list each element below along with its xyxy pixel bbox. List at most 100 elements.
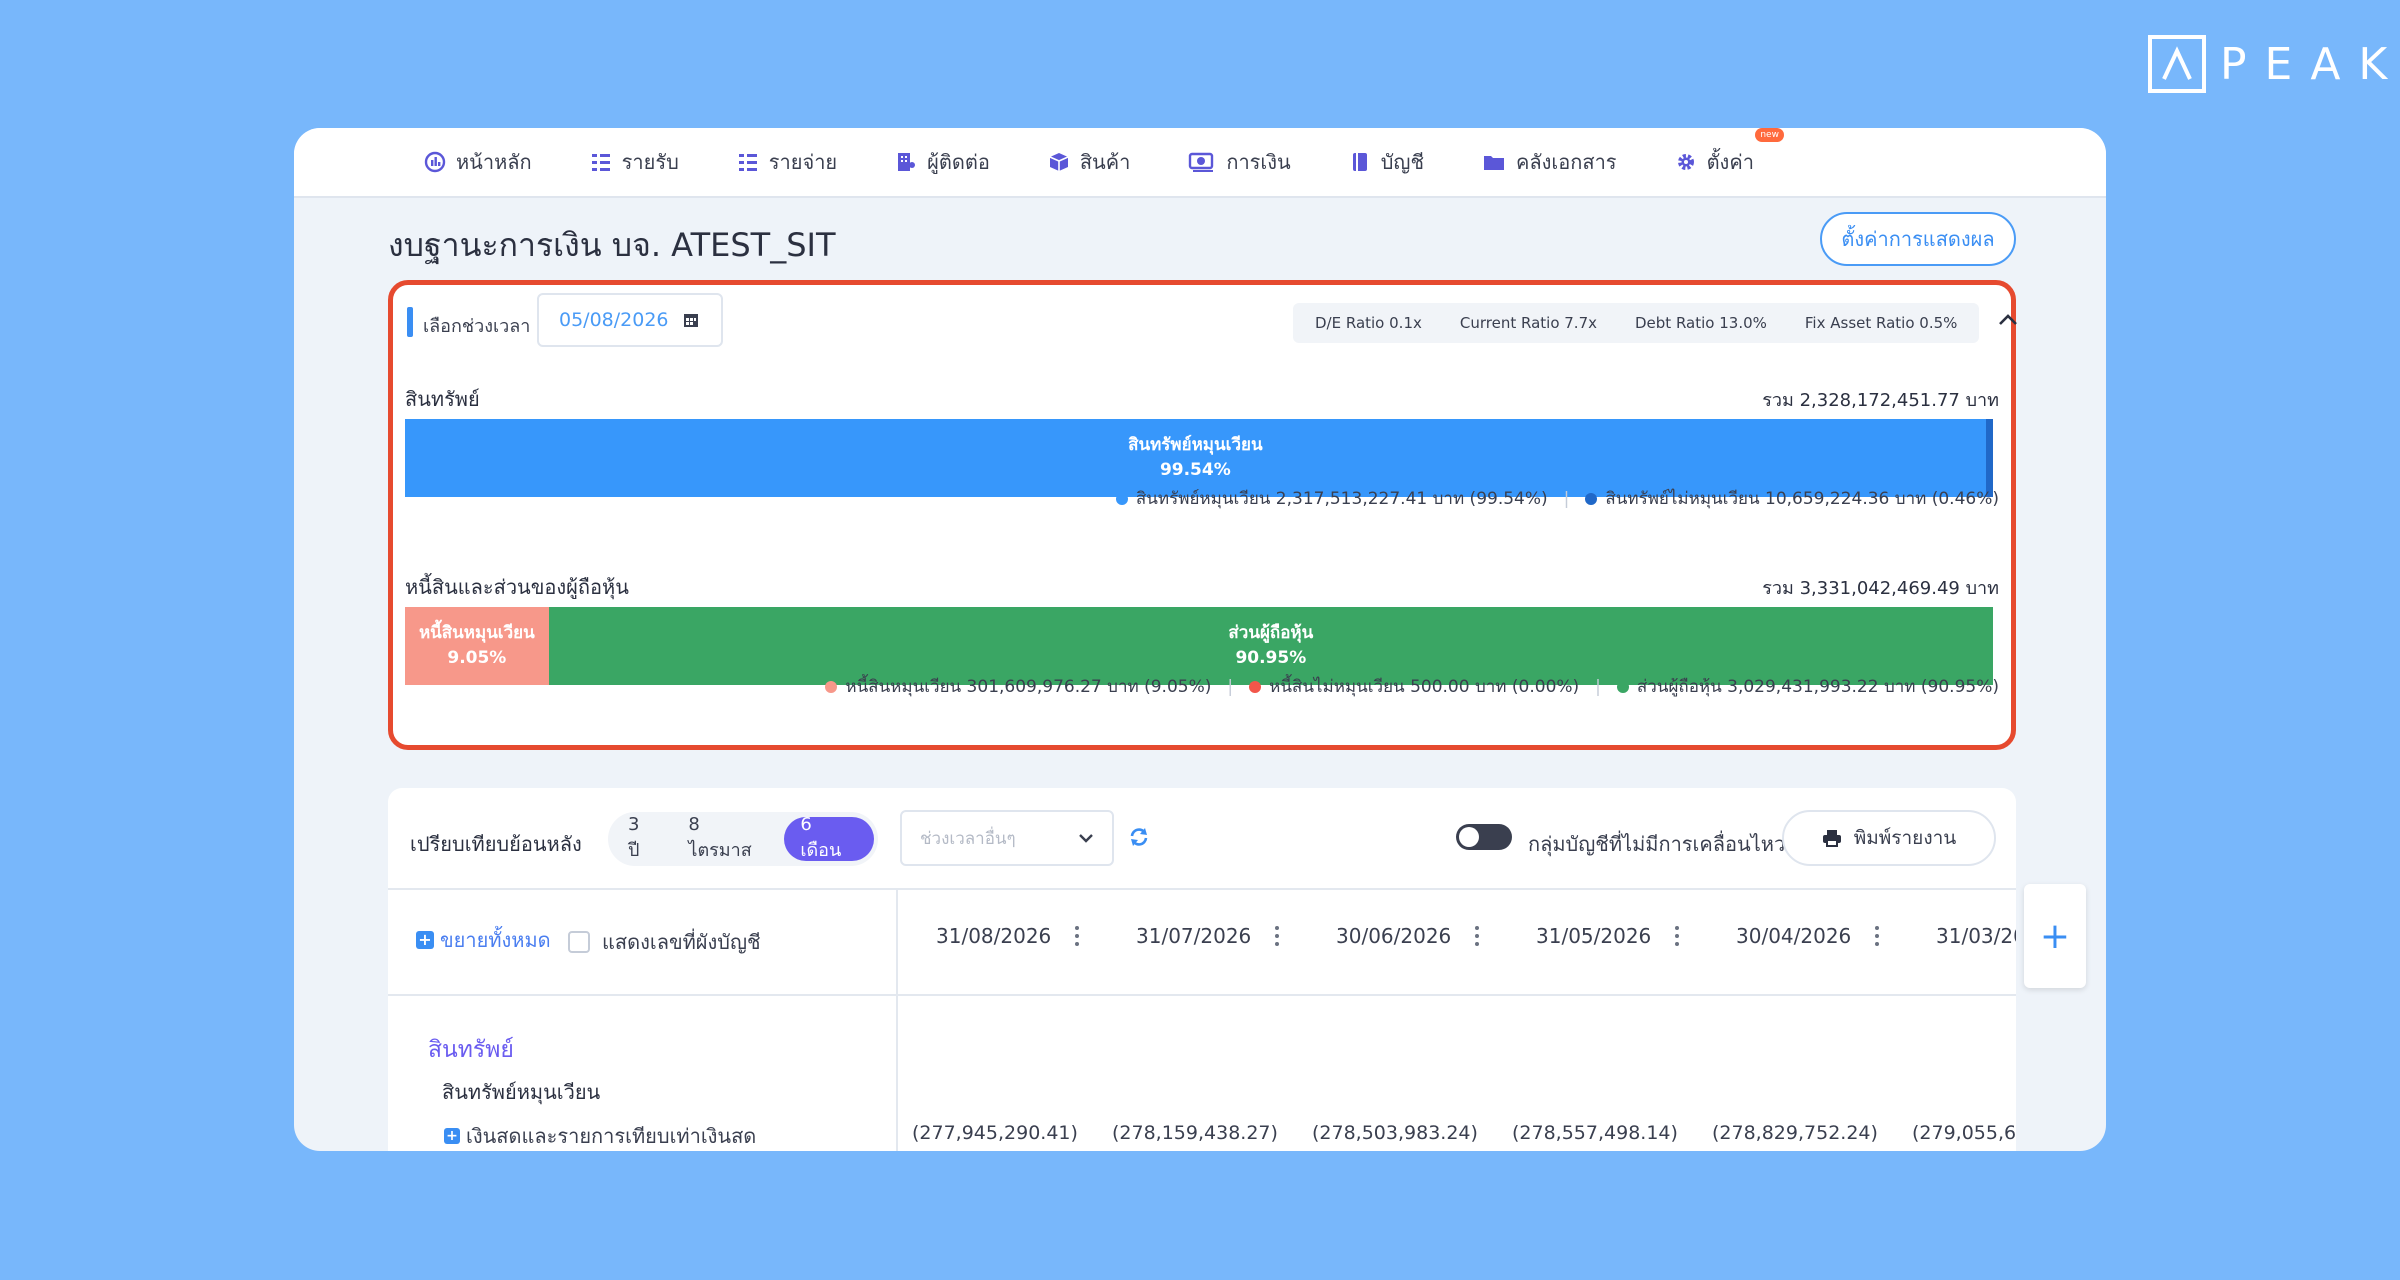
liabilities-total: รวม 3,331,042,469.49 บาท — [1762, 578, 1999, 599]
assets-total: รวม 2,328,172,451.77 บาท — [1762, 390, 1999, 411]
table-column-divider — [896, 888, 898, 1151]
date-picker-input[interactable]: 05/08/2026 — [537, 293, 723, 347]
legend-separator: | — [1227, 676, 1234, 697]
row-label: เงินสดและรายการเทียบเท่าเงินสด — [466, 1124, 757, 1148]
comparison-card: เปรียบเทียบย้อนหลัง 3 ปี 8 ไตรมาส 6 เดือ… — [388, 788, 2016, 1151]
ratio-fix-asset: Fix Asset Ratio 0.5% — [1804, 314, 1958, 332]
nav-label: คลังเอกสาร — [1516, 150, 1617, 174]
column-header[interactable]: 31/03/2026 — [1936, 924, 2016, 948]
legend-item: หนี้สินไม่หมุนเวียน 500.00 บาท (0.00%) — [1249, 673, 1579, 700]
table-header-divider — [388, 888, 2016, 890]
top-nav: หน้าหลัก รายรับ รายจ่าย ผู้ติดต่อ สินค้า… — [294, 128, 2106, 198]
peak-logo: PEAK — [2148, 34, 2400, 94]
legend-dot-icon — [1616, 680, 1629, 693]
nav-item-documents[interactable]: คลังเอกสาร — [1482, 146, 1617, 178]
column-header[interactable]: 31/07/2026 — [1136, 924, 1280, 948]
bar-segment: หนี้สินหมุนเวียน 9.05% — [405, 607, 549, 685]
nav-label: บัญชี — [1380, 150, 1425, 174]
money-icon — [1189, 152, 1214, 172]
range-select[interactable]: ช่วงเวลาอื่นๆ — [900, 810, 1114, 866]
legend-separator: | — [1595, 676, 1601, 697]
inactive-accounts-toggle[interactable] — [1456, 824, 1512, 850]
period-segmented-control: 3 ปี 8 ไตรมาส 6 เดือน — [608, 812, 878, 866]
column-date: 31/07/2026 — [1136, 924, 1252, 948]
kebab-menu-icon[interactable] — [1675, 926, 1680, 946]
assets-legend: สินทรัพย์หมุนเวียน 2,317,513,227.41 บาท … — [1115, 485, 1999, 512]
option-3-years[interactable]: 3 ปี — [612, 814, 672, 861]
chevron-down-icon — [1079, 834, 1093, 843]
kebab-menu-icon[interactable] — [1275, 926, 1280, 946]
column-header[interactable]: 31/05/2026 — [1536, 924, 1680, 948]
cash-row-label[interactable]: + เงินสดและรายการเทียบเท่าเงินสด — [444, 1120, 756, 1151]
nav-item-accounting[interactable]: บัญชี — [1349, 146, 1424, 178]
print-report-button[interactable]: พิมพ์รายงาน — [1782, 810, 1996, 866]
subsection-title: สินทรัพย์หมุนเวียน — [442, 1080, 601, 1104]
nav-item-contacts[interactable]: ผู้ติดต่อ — [895, 146, 990, 178]
plus-box-icon: + — [444, 1128, 460, 1144]
expand-all-label: ขยายทั้งหมด — [440, 928, 551, 952]
segment-percent: 99.54% — [1159, 460, 1231, 480]
page-title: งบฐานะการเงิน บจ. ATEST_SIT — [388, 226, 836, 264]
nav-item-dashboard[interactable]: หน้าหลัก — [424, 146, 532, 178]
show-account-checkbox[interactable] — [568, 931, 590, 953]
liabilities-legend: หนี้สินหมุนเวียน 301,609,976.27 บาท (9.0… — [825, 673, 1999, 700]
legend-item: สินทรัพย์หมุนเวียน 2,317,513,227.41 บาท … — [1115, 485, 1548, 512]
collapse-chevron-up-icon[interactable] — [1997, 311, 2019, 333]
legend-item: หนี้สินหมุนเวียน 301,609,976.27 บาท (9.0… — [825, 673, 1211, 700]
legend-separator: | — [1563, 488, 1570, 509]
legend-text: ส่วนผู้ถือหุ้น 3,029,431,993.22 บาท (90.… — [1636, 677, 1999, 697]
product-box-icon — [1049, 153, 1069, 171]
kebab-menu-icon[interactable] — [1475, 926, 1480, 946]
kebab-menu-icon[interactable] — [1875, 926, 1880, 946]
column-header[interactable]: 31/08/2026 — [936, 924, 1080, 948]
column-date: 30/04/2026 — [1736, 924, 1852, 948]
app-window: หน้าหลัก รายรับ รายจ่าย ผู้ติดต่อ สินค้า… — [294, 128, 2106, 1151]
nav-label: รายรับ — [621, 150, 679, 174]
refresh-icon[interactable] — [1128, 826, 1150, 852]
column-header[interactable]: 30/06/2026 — [1336, 924, 1480, 948]
legend-text: สินทรัพย์ไม่หมุนเวียน 10,659,224.36 บาท … — [1605, 489, 1999, 509]
assets-label: สินทรัพย์ — [405, 387, 480, 411]
segment-name: หนี้สินหมุนเวียน — [418, 623, 535, 643]
calendar-icon — [683, 314, 698, 327]
add-column-button[interactable]: + — [2024, 884, 2086, 988]
nav-label: รายจ่าย — [768, 150, 838, 174]
segment-percent: 90.95% — [1235, 648, 1307, 668]
nav-label: หน้าหลัก — [456, 150, 532, 174]
option-8-quarters[interactable]: 8 ไตรมาส — [672, 814, 784, 861]
nav-item-finance[interactable]: การเงิน — [1188, 146, 1291, 178]
column-header[interactable]: 30/04/2026 — [1736, 924, 1880, 948]
range-placeholder: ช่วงเวลาอื่นๆ — [920, 828, 1016, 849]
option-6-months[interactable]: 6 เดือน — [784, 814, 874, 861]
legend-item: ส่วนผู้ถือหุ้น 3,029,431,993.22 บาท (90.… — [1616, 673, 1999, 700]
gear-icon — [1677, 154, 1694, 170]
cash-cell: (278,829,752.24) — [1712, 1122, 1878, 1144]
legend-dot-icon — [1585, 492, 1598, 505]
nav-item-products[interactable]: สินค้า — [1048, 146, 1130, 178]
nav-label: การเงิน — [1226, 150, 1291, 174]
nav-label: ตั้งค่า — [1706, 150, 1754, 174]
expand-all-button[interactable]: + ขยายทั้งหมด — [416, 924, 551, 956]
kebab-menu-icon[interactable] — [1075, 926, 1080, 946]
nav-item-income[interactable]: รายรับ — [590, 146, 679, 178]
section-title: สินทรัพย์ — [428, 1037, 514, 1063]
cash-cell: (278,557,498.14) — [1512, 1122, 1678, 1144]
nav-item-settings[interactable]: ตั้งค่า new — [1675, 128, 1784, 178]
ratio-de: D/E Ratio 0.1x — [1315, 314, 1422, 332]
income-list-icon — [591, 154, 610, 171]
expense-list-icon — [738, 154, 757, 171]
nav-item-expense[interactable]: รายจ่าย — [737, 146, 837, 178]
period-accent-bar — [407, 307, 413, 337]
print-label: พิมพ์รายงาน — [1853, 827, 1957, 849]
cash-cell: (277,945,290.41) — [912, 1122, 1078, 1144]
account-book-icon — [1352, 153, 1367, 171]
show-account-number[interactable]: แสดงเลขที่ผังบัญชี — [568, 926, 761, 958]
table-body-divider — [388, 994, 2016, 996]
balance-summary-card: เลือกช่วงเวลา 05/08/2026 D/E Ratio 0.1x … — [388, 280, 2019, 750]
show-account-label: แสดงเลขที่ผังบัญชี — [602, 930, 761, 954]
display-settings-button[interactable]: ตั้งค่าการแสดงผล — [1820, 212, 2016, 266]
peak-logo-text: PEAK — [2220, 38, 2400, 90]
comparison-label: เปรียบเทียบย้อนหลัง — [410, 832, 582, 856]
new-badge: new — [1755, 128, 1784, 142]
cash-cell: (278,159,438.27) — [1112, 1122, 1278, 1144]
